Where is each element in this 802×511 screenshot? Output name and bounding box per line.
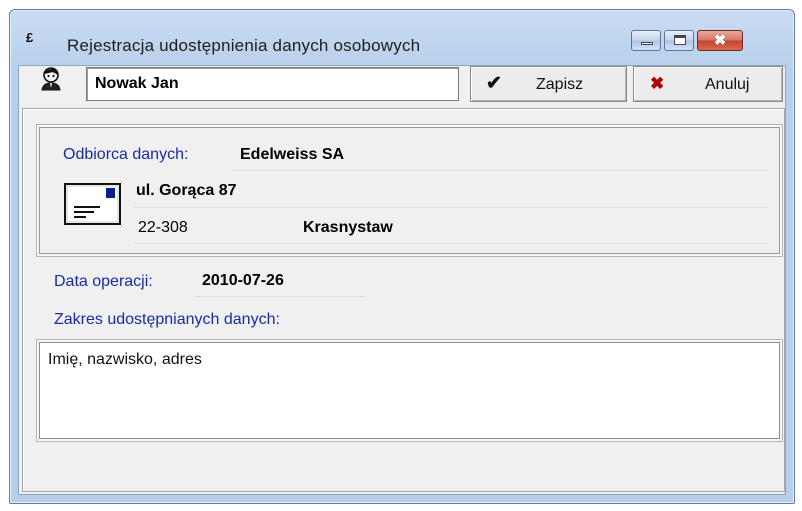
scope-label: Zakres udostępnianych danych: (54, 311, 280, 328)
recipient-label: Odbiorca danych: (63, 146, 189, 163)
minimize-icon (641, 42, 653, 45)
person-icon (41, 67, 61, 91)
save-button[interactable]: ✔ Zapisz (470, 66, 627, 102)
cancel-button[interactable]: ✖ Anuluj (633, 66, 783, 102)
street-address[interactable]: ul. Gorąca 87 (136, 182, 237, 200)
cancel-button-label: Anuluj (705, 76, 750, 93)
minimize-button[interactable] (631, 30, 661, 51)
date-label: Data operacji: (54, 273, 153, 290)
maximize-icon (674, 35, 686, 45)
cross-icon: ✖ (650, 74, 665, 93)
close-button[interactable]: ✖ (697, 30, 743, 51)
app-icon: £ (26, 30, 34, 45)
date-underline (194, 296, 366, 297)
save-button-label: Zapisz (536, 76, 584, 93)
recipient-name-underline (232, 170, 768, 171)
date-value[interactable]: 2010-07-26 (202, 272, 284, 290)
scope-text: Imię, nazwisko, adres (48, 351, 202, 368)
postal-code[interactable]: 22-308 (138, 219, 188, 237)
person-name-field[interactable]: Nowak Jan (86, 67, 459, 101)
person-name-value: Nowak Jan (95, 75, 179, 92)
city[interactable]: Krasnystaw (303, 219, 393, 237)
envelope-icon (64, 183, 121, 225)
window-title: Rejestracja udostępnienia danych osobowy… (67, 36, 421, 55)
close-icon: ✖ (713, 32, 727, 49)
title-bar[interactable]: £ Rejestracja udostępnienia danych osobo… (10, 10, 794, 66)
street-underline (134, 207, 768, 208)
scope-textarea[interactable]: Imię, nazwisko, adres (39, 342, 780, 439)
city-underline (134, 243, 768, 244)
checkmark-icon: ✔ (486, 73, 502, 94)
recipient-name[interactable]: Edelweiss SA (240, 146, 344, 164)
maximize-button[interactable] (664, 30, 694, 51)
